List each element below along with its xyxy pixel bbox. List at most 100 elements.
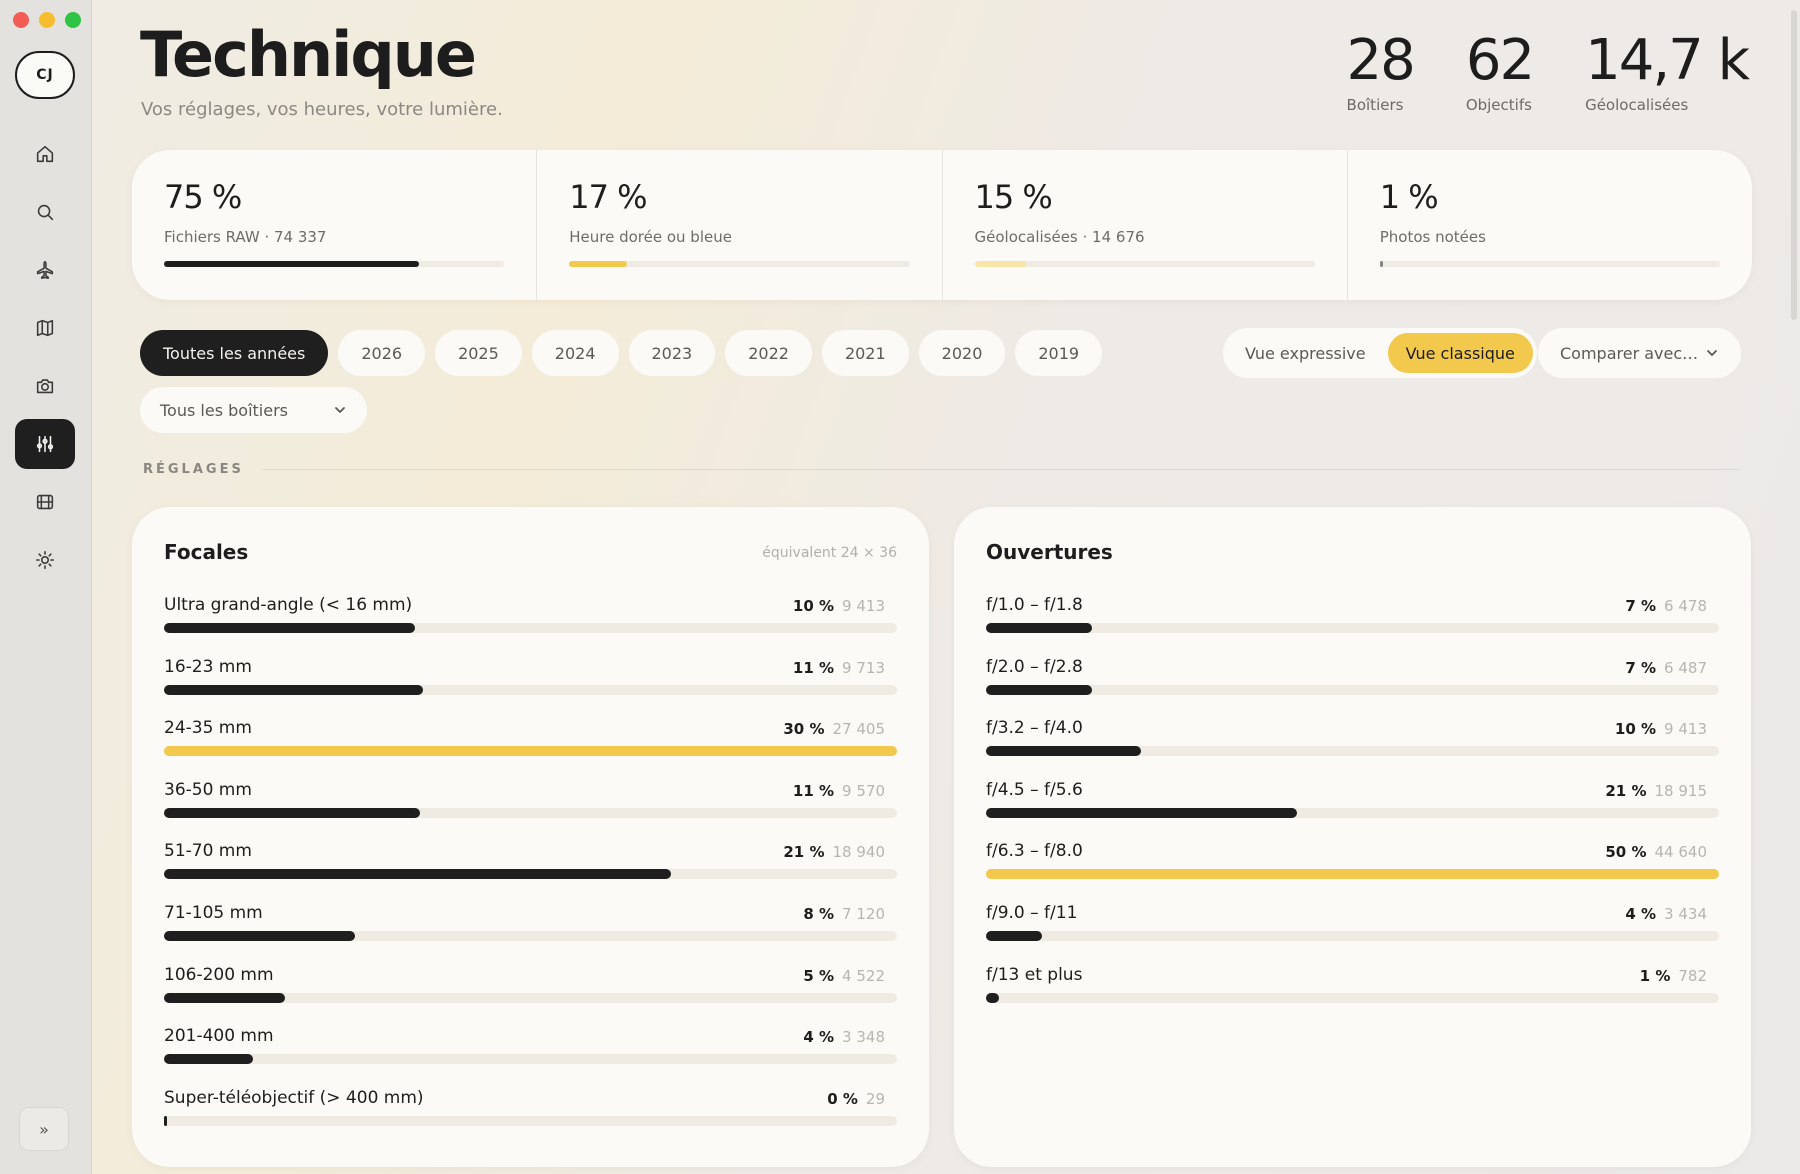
bar-label: 16-23 mm — [164, 656, 252, 677]
bar-track — [986, 684, 1719, 695]
panel-note: équivalent 24 × 36 — [762, 545, 897, 561]
bar-count: 782 — [1678, 966, 1707, 985]
avatar[interactable]: CJ — [15, 51, 75, 99]
bar-percent-value: 30 % — [783, 720, 825, 739]
year-chip-2021[interactable]: 2021 — [821, 330, 909, 376]
stat-label: Boîtiers — [1346, 96, 1404, 114]
bar-count: 9 413 — [842, 597, 885, 615]
minimize-window-button[interactable] — [39, 12, 55, 28]
year-chip-2024[interactable]: 2024 — [531, 330, 619, 376]
bar-percent: 21 % 18 915 — [1605, 782, 1719, 800]
bar-label: f/13 et plus — [986, 964, 1083, 985]
year-chip-all[interactable]: Toutes les années — [140, 330, 329, 376]
zoom-window-button[interactable] — [65, 12, 81, 28]
bar-percent: 11 % 9 713 — [793, 659, 897, 677]
kpi-progress-fill — [1379, 261, 1384, 267]
compare-dropdown-label: Comparer avec… — [1560, 343, 1699, 363]
bar-percent: 4 % 3 348 — [803, 1028, 897, 1046]
bar-fill — [164, 992, 285, 1003]
panel-title: Ouvertures — [986, 540, 1113, 564]
year-chip-2026[interactable]: 2026 — [338, 330, 426, 376]
bar-percent-value: 0 % — [827, 1089, 858, 1108]
stat-label: Géolocalisées — [1585, 96, 1689, 114]
close-window-button[interactable] — [13, 12, 29, 28]
nav-light[interactable] — [15, 535, 75, 585]
header-stats: 28 Boîtiers 62 Objectifs 14,7 k Géolocal… — [1346, 28, 1750, 114]
aperture-panel: Ouvertures f/1.0 – f/1.8 7 % 6 478 f/2.0 – … — [954, 507, 1751, 1167]
kpi-label: Heure dorée ou bleue — [569, 228, 732, 246]
bar-fill — [986, 807, 1297, 818]
nav-film[interactable] — [15, 477, 75, 527]
stat-bodies: 28 Boîtiers — [1346, 28, 1416, 114]
nav-map[interactable] — [15, 303, 75, 353]
bar-label: 36-50 mm — [164, 779, 252, 800]
stat-value: 28 — [1346, 28, 1416, 93]
bar-label: f/4.5 – f/5.6 — [986, 779, 1083, 800]
chevron-down-icon — [1707, 350, 1717, 357]
bar-row: f/1.0 – f/1.8 7 % 6 478 — [986, 595, 1719, 657]
aperture-rows: f/1.0 – f/1.8 7 % 6 478 f/2.0 – f/2.8 7 % 6 4… — [986, 595, 1719, 1026]
bar-percent-value: 8 % — [803, 904, 835, 923]
bar-row: 36-50 mm 11 % 9 570 — [164, 780, 897, 842]
year-chip-2025[interactable]: 2025 — [435, 330, 522, 376]
main-content: Technique Vos réglages, vos heures, votr… — [92, 0, 1800, 1174]
bar-label: 71-105 mm — [164, 902, 263, 923]
bar-percent: 7 % 6 478 — [1625, 597, 1719, 615]
focal-panel: Focales équivalent 24 × 36 Ultra grand-a… — [132, 507, 929, 1167]
bar-fill — [164, 869, 671, 880]
bar-percent-value: 4 % — [803, 1028, 835, 1047]
bar-percent-value: 7 % — [1625, 597, 1657, 615]
scrollbar[interactable] — [1791, 10, 1797, 320]
kpi-progress-track — [1379, 261, 1720, 267]
bar-label: Super-téléobjectif (> 400 mm) — [164, 1087, 424, 1108]
bar-track — [986, 992, 1719, 1003]
bar-row: 16-23 mm 11 % 9 713 — [164, 657, 897, 719]
bar-percent: 21 % 18 940 — [783, 843, 897, 861]
bar-count: 7 120 — [842, 904, 885, 923]
section-title: RÉGLAGES — [143, 462, 244, 477]
stat-lenses: 62 Objectifs — [1466, 28, 1535, 114]
nav-technique[interactable] — [15, 419, 75, 469]
search-icon — [37, 204, 54, 221]
bar-count: 3 434 — [1664, 904, 1707, 923]
year-chip-2023[interactable]: 2023 — [628, 330, 716, 376]
nav-search[interactable] — [15, 187, 75, 237]
year-chip-2019[interactable]: 2019 — [1015, 330, 1103, 376]
section-divider — [261, 469, 1740, 470]
sliders-icon — [36, 435, 54, 453]
bar-label: 51-70 mm — [164, 841, 252, 862]
year-chip-2020[interactable]: 2020 — [918, 330, 1006, 376]
bar-percent-value: 11 % — [792, 781, 835, 800]
bar-percent: 5 % 4 522 — [803, 967, 897, 985]
compare-dropdown[interactable]: Comparer avec… — [1538, 328, 1741, 378]
bar-track — [164, 992, 897, 1003]
expand-sidebar-button[interactable]: » — [19, 1107, 69, 1151]
bar-percent: 7 % 6 487 — [1625, 659, 1719, 677]
bar-percent: 10 % 9 413 — [1615, 720, 1719, 738]
bar-count: 9 413 — [1664, 720, 1707, 739]
nav-travel[interactable] — [15, 245, 75, 295]
year-chip-2022[interactable]: 2022 — [725, 330, 812, 376]
bar-fill — [164, 1115, 167, 1126]
sidebar: CJ » — [0, 0, 92, 1174]
bar-row: 201-400 mm 4 % 3 348 — [164, 1026, 897, 1088]
bar-row: 71-105 mm 8 % 7 120 — [164, 903, 897, 965]
nav-camera[interactable] — [15, 361, 75, 411]
nav-home[interactable] — [15, 129, 75, 179]
bar-count: 9 713 — [842, 658, 885, 677]
view-classic-option[interactable]: Vue classique — [1387, 333, 1533, 373]
bar-percent: 0 % 29 — [827, 1090, 897, 1108]
film-icon — [36, 494, 54, 510]
bar-percent: 10 % 9 413 — [793, 597, 897, 615]
bar-count: 44 640 — [1654, 843, 1708, 862]
bar-percent-value: 1 % — [1639, 966, 1671, 985]
bar-track — [164, 807, 897, 818]
bar-fill — [164, 930, 355, 941]
view-expressive-option[interactable]: Vue expressive — [1227, 333, 1384, 373]
bar-fill — [986, 992, 1000, 1003]
bar-percent-value: 7 % — [1625, 658, 1657, 677]
bar-track — [986, 930, 1719, 941]
bar-count: 18 915 — [1654, 781, 1708, 800]
kpi-progress-fill — [569, 261, 628, 267]
bodies-dropdown[interactable]: Tous les boîtiers — [140, 387, 367, 433]
